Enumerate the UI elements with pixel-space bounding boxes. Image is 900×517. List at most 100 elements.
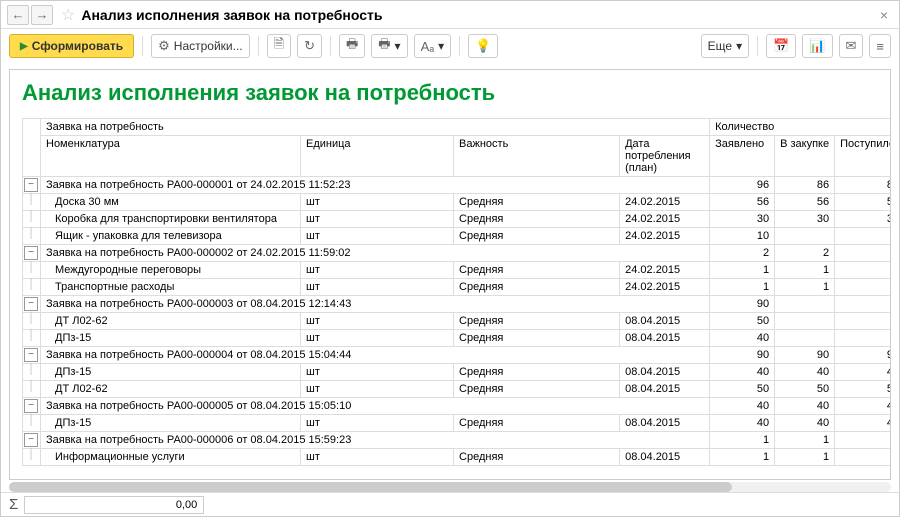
cell-nomen: Информационные услуги <box>41 449 301 466</box>
group-row[interactable]: −Заявка на потребность РА00-000004 от 08… <box>23 347 892 364</box>
hint-button[interactable]: 💡 <box>468 34 498 58</box>
cell-unit: шт <box>301 194 454 211</box>
group-row[interactable]: −Заявка на потребность РА00-000001 от 24… <box>23 177 892 194</box>
favorite-star-icon[interactable]: ☆ <box>61 5 75 25</box>
gear-icon: ⚙ <box>158 38 170 54</box>
settings-button[interactable]: ⚙Настройки... <box>151 34 250 58</box>
col-qty: Количество <box>710 119 891 136</box>
cell-received: 86 <box>835 177 891 194</box>
cell-declared: 40 <box>710 330 775 347</box>
collapse-icon[interactable]: − <box>24 246 38 260</box>
horizontal-scrollbar[interactable] <box>9 482 891 492</box>
cell-received: 40 <box>835 364 891 381</box>
cell-declared: 90 <box>710 296 775 313</box>
bulb-icon: 💡 <box>475 38 491 54</box>
col-request: Заявка на потребность <box>41 119 710 136</box>
cell-received: 56 <box>835 194 891 211</box>
item-row[interactable]: │ДПз-15штСредняя08.04.2015404040 <box>23 364 892 381</box>
font-button[interactable]: Aₐ▾ <box>414 34 452 58</box>
group-row[interactable]: −Заявка на потребность РА00-000005 от 08… <box>23 398 892 415</box>
cell-date: 24.02.2015 <box>620 211 710 228</box>
cell-declared: 30 <box>710 211 775 228</box>
report-title: Анализ исполнения заявок на потребность <box>22 80 891 106</box>
generate-label: Сформировать <box>32 39 123 53</box>
collapse-icon[interactable]: − <box>24 178 38 192</box>
tool-button-2[interactable]: ↻ <box>297 34 322 58</box>
print-icon: 🖶 <box>346 35 358 57</box>
cell-received: 30 <box>835 211 891 228</box>
item-row[interactable]: │Междугородные переговорыштСредняя24.02.… <box>23 262 892 279</box>
sum-field[interactable] <box>24 496 204 514</box>
item-row[interactable]: │ДТ Л02-62штСредняя08.04.2015505050 <box>23 381 892 398</box>
mail-button[interactable]: ✉ <box>839 34 864 58</box>
more-button[interactable]: Еще ▾ <box>701 34 749 58</box>
nav-back-button[interactable]: ← <box>7 5 29 25</box>
report-area[interactable]: Анализ исполнения заявок на потребность … <box>9 69 891 480</box>
collapse-icon[interactable]: − <box>24 297 38 311</box>
collapse-icon[interactable]: − <box>24 433 38 447</box>
nav-forward-button[interactable]: → <box>31 5 53 25</box>
cell-inpurchase: 40 <box>775 398 835 415</box>
generate-button[interactable]: ▶Сформировать <box>9 34 134 58</box>
cell-inpurchase: 1 <box>775 279 835 296</box>
print-button[interactable]: 🖶 <box>339 34 365 58</box>
cell-declared: 56 <box>710 194 775 211</box>
group-name: Заявка на потребность РА00-000001 от 24.… <box>41 177 710 194</box>
cell-nomen: Транспортные расходы <box>41 279 301 296</box>
group-row[interactable]: −Заявка на потребность РА00-000006 от 08… <box>23 432 892 449</box>
cell-date: 08.04.2015 <box>620 415 710 432</box>
doc-icon: 🗎 <box>274 35 284 57</box>
col-unit: Единица <box>301 136 454 177</box>
chart-button[interactable]: 📊 <box>802 34 832 58</box>
period-button[interactable]: 📅 <box>766 34 796 58</box>
cell-date: 24.02.2015 <box>620 262 710 279</box>
cell-date: 08.04.2015 <box>620 313 710 330</box>
cell-inpurchase <box>775 296 835 313</box>
group-name: Заявка на потребность РА00-000006 от 08.… <box>41 432 710 449</box>
group-row[interactable]: −Заявка на потребность РА00-000002 от 24… <box>23 245 892 262</box>
cell-unit: шт <box>301 381 454 398</box>
tool-button-1[interactable]: 🗎 <box>267 34 291 58</box>
item-row[interactable]: │ДПз-15штСредняя08.04.2015404040 <box>23 415 892 432</box>
cell-importance: Средняя <box>454 262 620 279</box>
cell-received: 1 <box>835 279 891 296</box>
cell-inpurchase: 40 <box>775 364 835 381</box>
cell-date: 24.02.2015 <box>620 279 710 296</box>
cell-importance: Средняя <box>454 228 620 245</box>
cell-nomen: ДПз-15 <box>41 415 301 432</box>
titlebar: ← → ☆ Анализ исполнения заявок на потреб… <box>1 1 899 29</box>
cell-declared: 2 <box>710 245 775 262</box>
group-name: Заявка на потребность РА00-000003 от 08.… <box>41 296 710 313</box>
cell-unit: шт <box>301 449 454 466</box>
cell-date: 08.04.2015 <box>620 364 710 381</box>
cell-received: 2 <box>835 245 891 262</box>
cell-declared: 1 <box>710 262 775 279</box>
group-row[interactable]: −Заявка на потребность РА00-000003 от 08… <box>23 296 892 313</box>
item-row[interactable]: │Транспортные расходыштСредняя24.02.2015… <box>23 279 892 296</box>
collapse-icon[interactable]: − <box>24 348 38 362</box>
more-label: Еще <box>708 39 732 53</box>
print-dropdown-button[interactable]: 🖶▾ <box>371 34 407 58</box>
item-row[interactable]: │ДПз-15штСредняя08.04.201540 <box>23 330 892 347</box>
item-row[interactable]: │Ящик - упаковка для телевизораштСредняя… <box>23 228 892 245</box>
cell-importance: Средняя <box>454 211 620 228</box>
list-button[interactable]: ≡ <box>869 34 891 58</box>
list-icon: ≡ <box>876 39 884 54</box>
cell-date: 08.04.2015 <box>620 381 710 398</box>
cell-received <box>835 449 891 466</box>
cell-importance: Средняя <box>454 313 620 330</box>
cell-nomen: ДПз-15 <box>41 330 301 347</box>
item-row[interactable]: │Информационные услугиштСредняя08.04.201… <box>23 449 892 466</box>
group-name: Заявка на потребность РА00-000005 от 08.… <box>41 398 710 415</box>
cell-importance: Средняя <box>454 381 620 398</box>
close-icon[interactable]: × <box>875 7 893 23</box>
cell-declared: 40 <box>710 398 775 415</box>
collapse-icon[interactable]: − <box>24 399 38 413</box>
window-title: Анализ исполнения заявок на потребность <box>81 7 875 23</box>
cell-date: 24.02.2015 <box>620 194 710 211</box>
item-row[interactable]: │Доска 30 ммштСредняя24.02.2015565656 <box>23 194 892 211</box>
item-row[interactable]: │ДТ Л02-62штСредняя08.04.201550 <box>23 313 892 330</box>
cell-importance: Средняя <box>454 415 620 432</box>
item-row[interactable]: │Коробка для транспортировки вентилятора… <box>23 211 892 228</box>
cell-received <box>835 296 891 313</box>
